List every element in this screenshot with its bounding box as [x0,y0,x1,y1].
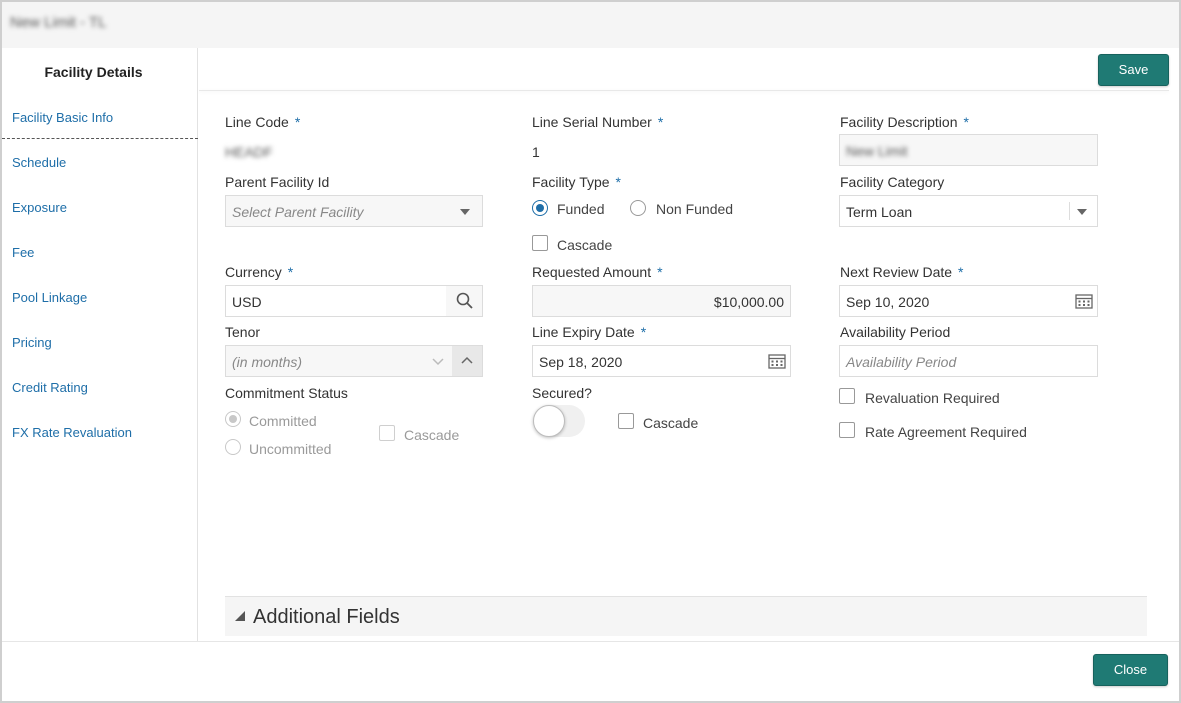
currency-label: Currency * [225,264,294,280]
line-code-label: Line Code * [225,114,301,130]
sidebar-item-credit-rating[interactable]: Credit Rating [12,380,88,395]
rate-agreement-required-label: Rate Agreement Required [865,424,1027,440]
search-icon [456,292,473,309]
parent-facility-select[interactable]: Select Parent Facility [225,195,483,227]
footer-divider [2,641,1179,642]
parent-facility-id-label: Parent Facility Id [225,174,330,190]
line-serial-number-label: Line Serial Number * [532,114,664,130]
secured-cascade-checkbox[interactable] [618,413,634,429]
uncommitted-radio-label: Uncommitted [249,441,332,457]
active-item-indicator [2,138,198,139]
non-funded-radio-label: Non Funded [656,201,734,217]
chevron-up-icon [461,356,473,364]
facility-type-label: Facility Type * [532,174,621,190]
tenor-label: Tenor [225,324,261,340]
uncommitted-radio[interactable] [225,439,241,455]
commitment-cascade-label: Cascade [404,427,460,443]
line-code-value: HEADF [225,144,273,160]
sidebar-title: Facility Details [44,64,143,80]
toggle-knob [533,405,565,437]
rate-agreement-required-checkbox[interactable] [839,422,855,438]
availability-period-label: Availability Period [840,324,951,340]
facility-description-field[interactable]: New Limit [839,134,1098,166]
calendar-icon[interactable] [1075,293,1093,309]
title-bar: New Limit - TL [2,2,1179,48]
commitment-status-label: Commitment Status [225,385,348,401]
tenor-field[interactable]: (in months) [225,345,483,377]
window-title: New Limit - TL [10,14,107,31]
chevron-down-icon [460,209,470,215]
requested-amount-label: Requested Amount * [532,264,663,280]
availability-period-field[interactable]: Availability Period [839,345,1098,377]
expand-triangle-icon [235,611,245,621]
next-review-date-label: Next Review Date * [840,264,964,280]
secured-cascade-label: Cascade [643,415,699,431]
sidebar-item-pool-linkage[interactable]: Pool Linkage [12,290,87,305]
requested-amount-field[interactable]: $10,000.00 [532,285,791,317]
sidebar-item-schedule[interactable]: Schedule [12,155,66,170]
tenor-increment-button[interactable] [452,346,482,376]
revaluation-required-checkbox[interactable] [839,388,855,404]
secured-label: Secured? [532,385,592,401]
close-button[interactable]: Close [1093,654,1168,686]
facility-type-cascade-checkbox[interactable] [532,235,548,251]
save-button[interactable]: Save [1098,54,1169,86]
next-review-date-field[interactable]: Sep 10, 2020 [839,285,1098,317]
sidebar-item-exposure[interactable]: Exposure [12,200,67,215]
additional-fields-accordion[interactable]: Additional Fields [225,596,1147,636]
revaluation-required-label: Revaluation Required [865,390,1000,406]
non-funded-radio[interactable] [630,200,646,216]
facility-type-cascade-label: Cascade [557,237,613,253]
commitment-cascade-checkbox[interactable] [379,425,395,441]
facility-category-label: Facility Category [840,174,945,190]
funded-radio[interactable] [532,200,548,216]
sidebar-item-fee[interactable]: Fee [12,245,34,260]
sidebar-item-facility-basic-info[interactable]: Facility Basic Info [12,110,113,125]
line-serial-number-value: 1 [532,144,540,160]
search-button[interactable] [446,286,482,316]
funded-radio-label: Funded [557,201,605,217]
committed-radio-label: Committed [249,413,317,429]
line-expiry-date-label: Line Expiry Date * [532,324,647,340]
currency-field[interactable]: USD [225,285,483,317]
facility-category-select[interactable]: Term Loan [839,195,1098,227]
committed-radio[interactable] [225,411,241,427]
chevron-down-icon [432,358,444,366]
additional-fields-title: Additional Fields [253,606,400,628]
calendar-icon[interactable] [768,353,786,369]
line-expiry-date-field[interactable]: Sep 18, 2020 [532,345,791,377]
secured-toggle[interactable] [533,405,585,437]
tenor-decrement-button[interactable] [424,346,452,376]
select-divider [1069,202,1070,220]
sidebar-item-fx-rate-revaluation[interactable]: FX Rate Revaluation [12,425,132,440]
toolbar-divider [199,90,1169,91]
sidebar-item-pricing[interactable]: Pricing [12,335,52,350]
sidebar: Facility Details Facility Basic Info Sch… [2,48,198,641]
chevron-down-icon [1077,209,1087,215]
facility-description-label: Facility Description * [840,114,969,130]
